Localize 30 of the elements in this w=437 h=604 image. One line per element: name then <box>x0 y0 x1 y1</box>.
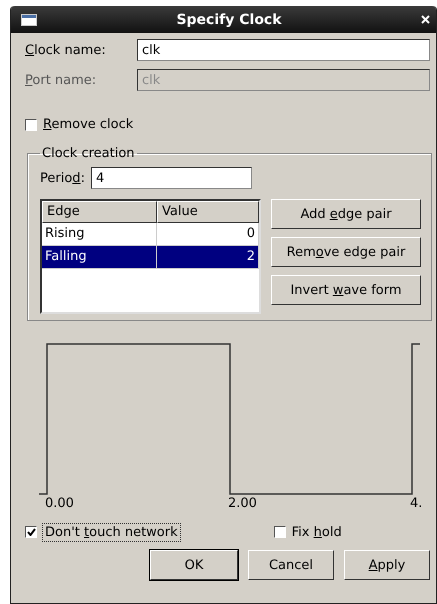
dialog-button[interactable]: OK <box>150 550 238 580</box>
checkbox-label: Fix hold <box>292 524 342 540</box>
table-cell[interactable]: 0 <box>157 223 259 246</box>
dialog-button[interactable]: Cancel <box>248 550 334 580</box>
axis-tick-label: 4. <box>410 496 422 511</box>
checkbox[interactable] <box>25 526 37 538</box>
axis-tick-label: 2.00 <box>228 496 257 511</box>
group-title: Clock creation <box>41 146 136 161</box>
field-label: Port name: <box>25 72 98 88</box>
dialog-button[interactable]: Apply <box>344 550 430 580</box>
field-label: Period: <box>40 170 85 186</box>
window-icon <box>21 14 37 26</box>
column-header[interactable]: Edge <box>42 201 157 223</box>
action-button[interactable]: Remove edge pair <box>271 237 421 267</box>
table-cell[interactable]: Falling <box>42 246 157 269</box>
action-button[interactable]: Invert wave form <box>271 275 421 305</box>
column-header[interactable]: Value <box>157 201 259 223</box>
checkbox-label: Remove clock <box>43 117 134 132</box>
window-title: Specify Clock <box>175 12 283 28</box>
checkbox[interactable] <box>25 118 37 130</box>
action-button[interactable]: Add edge pair <box>271 199 421 229</box>
table-cell[interactable]: 2 <box>157 246 259 269</box>
table-cell[interactable]: Rising <box>42 223 157 246</box>
close-icon[interactable] <box>421 15 430 24</box>
axis-tick-label: 0.00 <box>45 496 74 511</box>
text-field[interactable]: clk <box>137 39 430 61</box>
text-field[interactable]: 4 <box>90 167 252 189</box>
checkbox[interactable] <box>274 526 286 538</box>
checkbox-label: Don't touch network <box>43 524 180 540</box>
field-label: Clock name: <box>25 42 107 58</box>
